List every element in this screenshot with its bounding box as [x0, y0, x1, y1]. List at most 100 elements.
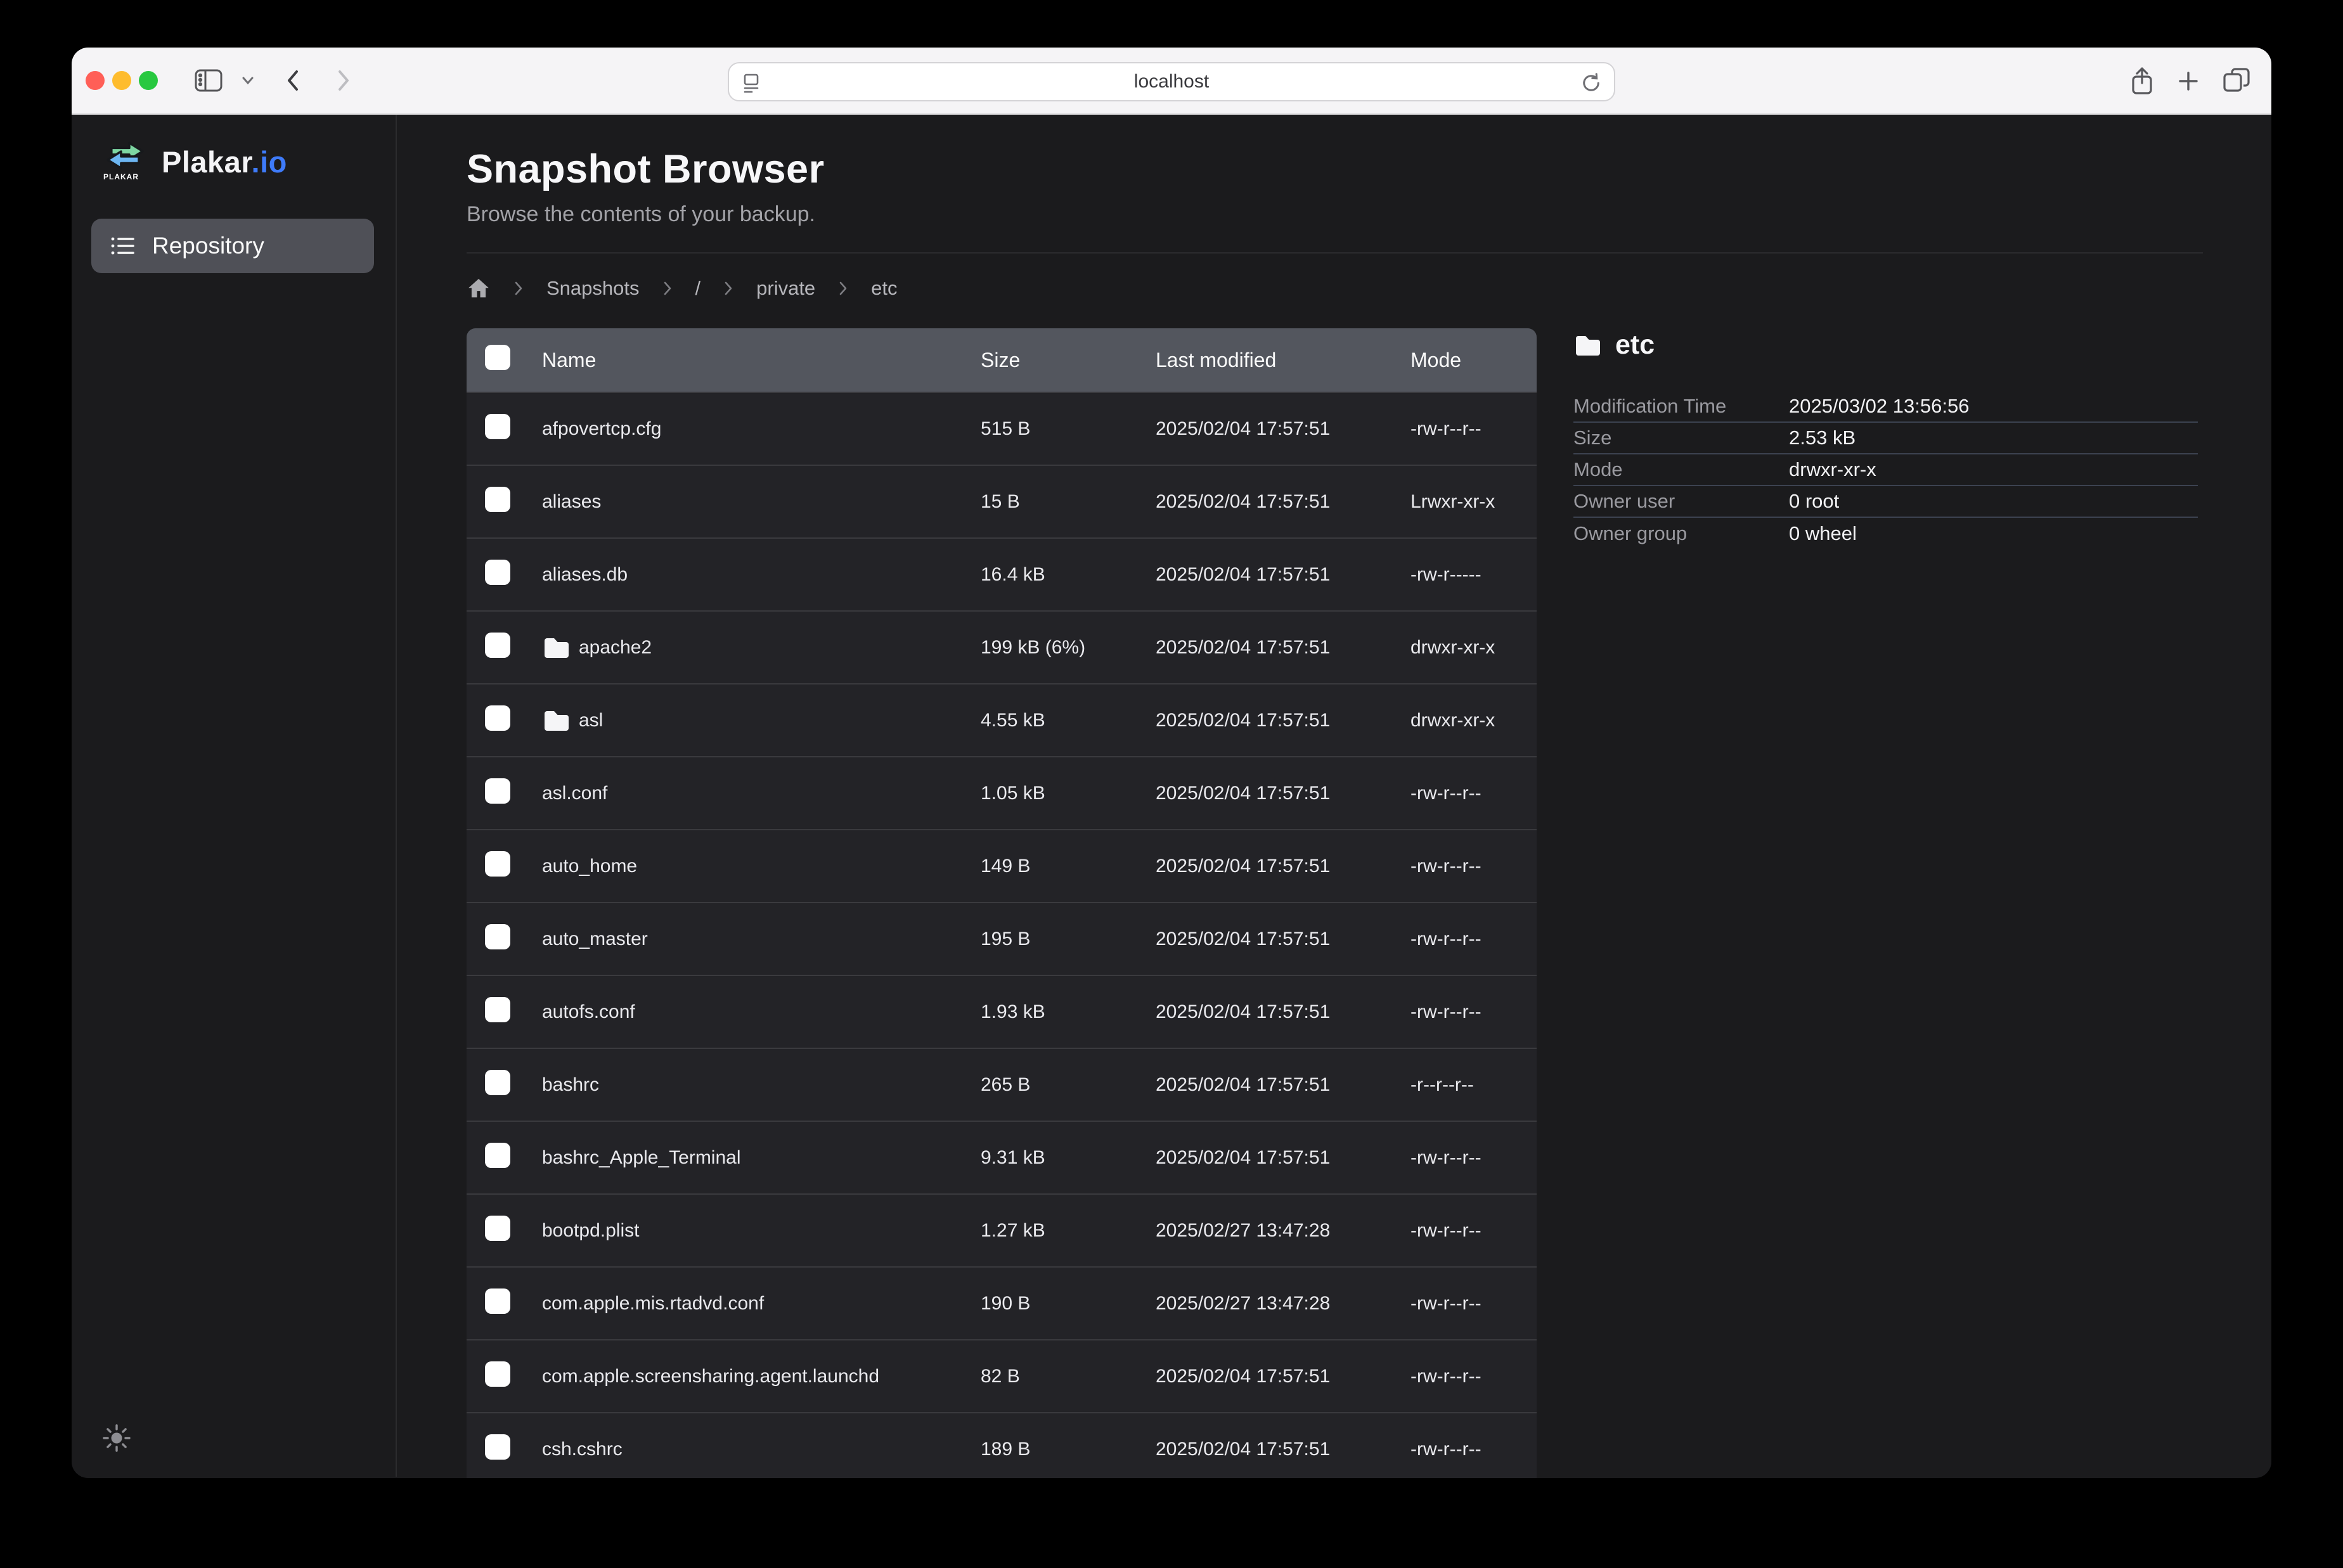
table-row[interactable]: aliases 15 B 2025/02/04 17:57:51 Lrwxr-x…: [467, 465, 1537, 537]
file-table: Name Size Last modified Mode afpovertcp.…: [467, 328, 1537, 1478]
row-checkbox[interactable]: [485, 414, 510, 439]
home-icon[interactable]: [467, 276, 491, 300]
row-checkbox[interactable]: [485, 1070, 510, 1095]
file-name[interactable]: bootpd.plist: [542, 1220, 639, 1242]
file-name[interactable]: auto_master: [542, 929, 648, 950]
file-mode: -rw-r--r--: [1410, 1293, 1537, 1314]
row-checkbox[interactable]: [485, 851, 510, 877]
row-checkbox[interactable]: [485, 1434, 510, 1460]
table-row[interactable]: auto_master 195 B 2025/02/04 17:57:51 -r…: [467, 902, 1537, 975]
file-name[interactable]: apache2: [579, 637, 652, 659]
back-button[interactable]: [283, 67, 302, 94]
file-mode: -rw-r--r--: [1410, 1366, 1537, 1387]
file-size: 199 kB (6%): [981, 637, 1156, 659]
page-subtitle: Browse the contents of your backup.: [467, 202, 2203, 227]
row-checkbox[interactable]: [485, 633, 510, 658]
row-checkbox[interactable]: [485, 1143, 510, 1168]
table-row[interactable]: aliases.db 16.4 kB 2025/02/04 17:57:51 -…: [467, 537, 1537, 610]
reload-icon[interactable]: [1580, 72, 1603, 94]
file-name[interactable]: afpovertcp.cfg: [542, 418, 661, 440]
table-row[interactable]: bashrc_Apple_Terminal 9.31 kB 2025/02/04…: [467, 1121, 1537, 1193]
close-window-button[interactable]: [86, 71, 105, 90]
sidebar-toggle-icon[interactable]: [193, 67, 224, 94]
file-name[interactable]: aliases: [542, 491, 601, 513]
column-header-modified[interactable]: Last modified: [1156, 349, 1410, 372]
table-row[interactable]: bashrc 265 B 2025/02/04 17:57:51 -r--r--…: [467, 1048, 1537, 1121]
file-name[interactable]: bashrc_Apple_Terminal: [542, 1147, 741, 1169]
file-name[interactable]: com.apple.screensharing.agent.launchd: [542, 1366, 879, 1387]
theme-toggle-sun-icon[interactable]: [102, 1423, 131, 1453]
detail-label: Size: [1573, 427, 1789, 449]
table-row[interactable]: afpovertcp.cfg 515 B 2025/02/04 17:57:51…: [467, 392, 1537, 465]
minimize-window-button[interactable]: [112, 71, 131, 90]
file-mode: drwxr-xr-x: [1410, 637, 1537, 659]
browser-toolbar: localhost: [72, 48, 2271, 115]
zoom-window-button[interactable]: [139, 71, 158, 90]
row-checkbox[interactable]: [485, 487, 510, 512]
file-name[interactable]: autofs.conf: [542, 1001, 635, 1023]
breadcrumb-item[interactable]: Snapshots: [546, 277, 640, 300]
table-row[interactable]: autofs.conf 1.93 kB 2025/02/04 17:57:51 …: [467, 975, 1537, 1048]
table-row[interactable]: com.apple.screensharing.agent.launchd 82…: [467, 1339, 1537, 1412]
file-name[interactable]: bashrc: [542, 1074, 599, 1096]
details-title-text: etc: [1615, 330, 1655, 361]
details-panel: etc Modification Time 2025/03/02 13:56:5…: [1573, 328, 2198, 549]
file-name[interactable]: com.apple.mis.rtadvd.conf: [542, 1293, 764, 1314]
table-row[interactable]: com.apple.mis.rtadvd.conf 190 B 2025/02/…: [467, 1266, 1537, 1339]
tab-overview-icon[interactable]: [2221, 67, 2252, 96]
row-checkbox[interactable]: [485, 997, 510, 1022]
file-mode: -rw-r--r--: [1410, 1001, 1537, 1023]
file-size: 189 B: [981, 1439, 1156, 1460]
plakar-logo[interactable]: PLAKAR Plakar.io: [103, 141, 396, 182]
browser-window: localhost: [72, 48, 2271, 1478]
file-mode: -rw-r--r--: [1410, 1439, 1537, 1460]
table-row[interactable]: asl.conf 1.05 kB 2025/02/04 17:57:51 -rw…: [467, 756, 1537, 829]
file-name[interactable]: auto_home: [542, 856, 637, 877]
detail-value: drwxr-xr-x: [1789, 458, 1876, 481]
file-table-body: afpovertcp.cfg 515 B 2025/02/04 17:57:51…: [467, 392, 1537, 1478]
detail-value: 2025/03/02 13:56:56: [1789, 395, 1969, 418]
column-header-name[interactable]: Name: [542, 349, 981, 372]
new-tab-icon[interactable]: [2175, 68, 2202, 94]
breadcrumb-item[interactable]: etc: [871, 277, 897, 300]
table-row[interactable]: auto_home 149 B 2025/02/04 17:57:51 -rw-…: [467, 829, 1537, 902]
folder-icon: [542, 635, 571, 660]
main-area: Snapshot Browser Browse the contents of …: [397, 115, 2271, 1477]
row-checkbox[interactable]: [485, 1288, 510, 1314]
file-mode: -rw-r--r--: [1410, 1147, 1537, 1169]
table-row[interactable]: apache2 199 kB (6%) 2025/02/04 17:57:51 …: [467, 610, 1537, 683]
file-name[interactable]: csh.cshrc: [542, 1439, 623, 1460]
row-checkbox[interactable]: [485, 924, 510, 949]
detail-label: Modification Time: [1573, 395, 1789, 418]
share-icon[interactable]: [2128, 65, 2156, 97]
file-name[interactable]: asl: [579, 710, 603, 731]
table-row[interactable]: asl 4.55 kB 2025/02/04 17:57:51 drwxr-xr…: [467, 683, 1537, 756]
row-checkbox[interactable]: [485, 705, 510, 731]
forward-button[interactable]: [334, 67, 353, 94]
file-modified: 2025/02/04 17:57:51: [1156, 637, 1410, 659]
row-checkbox[interactable]: [485, 1361, 510, 1387]
select-all-checkbox[interactable]: [485, 345, 510, 370]
sidebar-chevron-down-icon[interactable]: [240, 75, 255, 86]
address-bar[interactable]: localhost: [728, 62, 1615, 101]
column-header-mode[interactable]: Mode: [1410, 349, 1537, 372]
file-name[interactable]: asl.conf: [542, 783, 607, 804]
traffic-lights: [86, 71, 158, 90]
sidebar-item-label: Repository: [152, 233, 264, 259]
column-header-size[interactable]: Size: [981, 349, 1156, 372]
file-modified: 2025/02/04 17:57:51: [1156, 783, 1410, 804]
file-modified: 2025/02/04 17:57:51: [1156, 564, 1410, 586]
sidebar-item-repository[interactable]: Repository: [91, 219, 374, 273]
detail-label: Mode: [1573, 458, 1789, 481]
detail-row: Modification Time 2025/03/02 13:56:56: [1573, 391, 2198, 423]
table-row[interactable]: bootpd.plist 1.27 kB 2025/02/27 13:47:28…: [467, 1193, 1537, 1266]
row-checkbox[interactable]: [485, 778, 510, 804]
breadcrumb-item[interactable]: /: [695, 277, 701, 300]
breadcrumb-item[interactable]: private: [756, 277, 815, 300]
plakar-logo-badge: PLAKAR: [103, 172, 139, 181]
row-checkbox[interactable]: [485, 560, 510, 585]
file-name[interactable]: aliases.db: [542, 564, 628, 586]
row-checkbox[interactable]: [485, 1216, 510, 1241]
file-mode: -rw-r--r--: [1410, 418, 1537, 440]
table-row[interactable]: csh.cshrc 189 B 2025/02/04 17:57:51 -rw-…: [467, 1412, 1537, 1478]
